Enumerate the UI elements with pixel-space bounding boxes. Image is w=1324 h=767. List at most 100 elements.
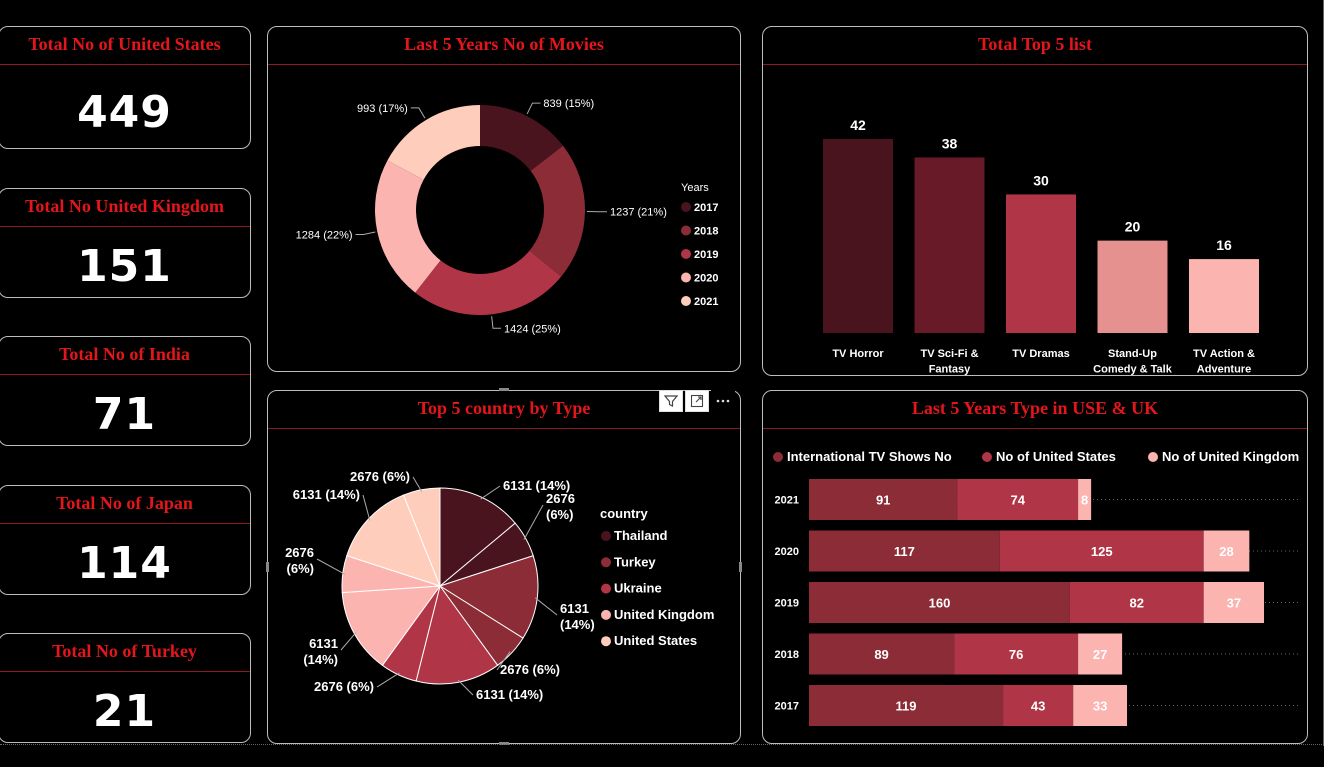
kpi-title: Total No of United States: [0, 27, 250, 65]
visual-toolbar: [659, 390, 735, 412]
bar-value-label: 119: [896, 699, 917, 714]
bar-value-label: 42: [850, 117, 866, 133]
bar-2: [914, 157, 985, 333]
bar-value-label: 27: [1093, 647, 1107, 662]
more-options-icon[interactable]: [711, 390, 735, 412]
donut-slice-2018: [529, 145, 585, 277]
legend-marker: [681, 296, 691, 306]
kpi-value: 21: [92, 686, 157, 737]
resize-handle[interactable]: [499, 388, 509, 391]
leader-line: [412, 476, 423, 493]
bar-5: [1189, 259, 1259, 333]
legend-marker: [601, 636, 611, 647]
x-tick-label: Stand-Up: [1108, 348, 1157, 360]
bar-value-label: 82: [1130, 596, 1144, 611]
data-label: 6131: [560, 601, 589, 616]
chart-title: Last 5 Years No of Movies: [268, 27, 740, 65]
legend-marker: [601, 557, 611, 568]
kpi-card-united-kingdom[interactable]: Total No United Kingdom 151: [0, 188, 251, 298]
bar-1: [823, 139, 893, 333]
stacked-bar-chart-card[interactable]: Last 5 Years Type in USE & UK Internatio…: [762, 390, 1308, 744]
bar-3: [1006, 194, 1076, 333]
kpi-value: 449: [77, 87, 172, 138]
bar-value-label: 20: [1125, 219, 1141, 235]
bar-value-label: 76: [1009, 647, 1023, 662]
x-tick-label: TV Action &: [1193, 348, 1255, 360]
legend-item-2021: 2021: [694, 296, 718, 308]
filter-icon[interactable]: [659, 390, 683, 412]
legend-marker: [681, 202, 691, 212]
data-label: (14%): [560, 617, 595, 632]
bar-4: [1097, 240, 1168, 333]
leader-line: [526, 102, 541, 115]
legend-item: No of United States: [996, 449, 1116, 464]
legend-item: United States: [614, 633, 697, 648]
bar-value-label: 91: [876, 493, 890, 508]
bar-value-label: 8: [1081, 493, 1088, 508]
data-label: 2676 (6%): [500, 662, 560, 677]
bar-chart: 42 TV Horror 38 TV Sci-Fi & Fantasy 30 TV Dram…: [823, 117, 1259, 376]
leader-line: [457, 679, 474, 696]
chart-title: Total Top 5 list: [763, 27, 1307, 65]
y-tick-label: 2020: [775, 546, 799, 558]
legend-item-2017: 2017: [694, 202, 718, 214]
bar-value-label: 160: [929, 596, 951, 611]
x-tick-label: TV Horror: [832, 348, 884, 360]
legend-item-2018: 2018: [694, 226, 718, 238]
data-label: 6131 (14%): [293, 487, 360, 502]
donut-chart-card[interactable]: Last 5 Years No of Movies 839 (15%) 1237 …: [267, 26, 741, 372]
leader-line: [376, 672, 400, 688]
legend-marker: [601, 583, 611, 594]
legend-item-2020: 2020: [694, 273, 718, 285]
data-label: 6131: [309, 636, 338, 651]
bar-value-label: 33: [1093, 699, 1107, 714]
legend-marker: [601, 531, 611, 541]
kpi-title: Total No of Japan: [0, 486, 250, 524]
bar-chart-card[interactable]: Total Top 5 list 42 TV Horror 38 TV Sci-Fi …: [762, 26, 1308, 376]
x-tick-label: Adventure: [1197, 364, 1251, 376]
kpi-card-india[interactable]: Total No of India 71: [0, 336, 251, 446]
bar-value-label: 28: [1219, 544, 1233, 559]
legend-item: International TV Shows No: [787, 449, 952, 464]
x-tick-label: TV Sci-Fi &: [920, 348, 978, 360]
kpi-card-united-states[interactable]: Total No of United States 449: [0, 26, 251, 149]
data-label: 1424 (25%): [504, 323, 561, 335]
bar-value-label: 30: [1033, 172, 1049, 188]
pie-chart: 6131 (14%)2676(6%)6131(14%)2676 (6%)6131…: [285, 469, 714, 702]
legend-marker: [681, 272, 691, 283]
bar-value-label: 16: [1216, 237, 1232, 253]
leader-line: [410, 107, 426, 119]
kpi-value: 151: [77, 241, 172, 292]
legend-marker: [681, 249, 691, 259]
pie-chart-card[interactable]: Top 5 country by Type 6131 (14%) 2676 (6%)…: [267, 390, 741, 744]
bar-value-label: 89: [874, 647, 888, 662]
data-label: 2676 (6%): [314, 679, 374, 694]
legend-item: United Kingdom: [614, 607, 714, 622]
resize-handle[interactable]: [266, 562, 269, 572]
kpi-card-turkey[interactable]: Total No of Turkey 21: [0, 633, 251, 743]
bar-value-label: 117: [894, 544, 915, 559]
legend-item: Ukraine: [614, 581, 662, 596]
data-label: (6%): [287, 561, 314, 576]
kpi-title: Total No of Turkey: [0, 634, 250, 672]
y-tick-label: 2019: [775, 598, 799, 610]
resize-handle[interactable]: [739, 562, 742, 572]
bar-value-label: 37: [1227, 596, 1241, 611]
data-label: 1284 (22%): [296, 230, 353, 242]
data-label: (14%): [303, 652, 338, 667]
leader-line: [480, 485, 501, 500]
x-tick-label: TV Dramas: [1012, 348, 1069, 360]
data-label: (6%): [546, 507, 573, 522]
legend-item: No of United Kingdom: [1162, 449, 1299, 464]
data-label: 2676: [285, 545, 314, 560]
legend-item: Thailand: [614, 528, 668, 543]
data-label: 993 (17%): [357, 103, 408, 115]
kpi-title: Total No United Kingdom: [0, 189, 250, 227]
y-tick-label: 2017: [775, 701, 799, 713]
bar-value-label: 38: [942, 135, 958, 151]
focus-mode-icon[interactable]: [685, 390, 709, 412]
leader-line: [523, 504, 544, 540]
leader-line: [534, 597, 558, 616]
donut-slice-2020: [374, 160, 441, 293]
kpi-card-japan[interactable]: Total No of Japan 114: [0, 485, 251, 595]
